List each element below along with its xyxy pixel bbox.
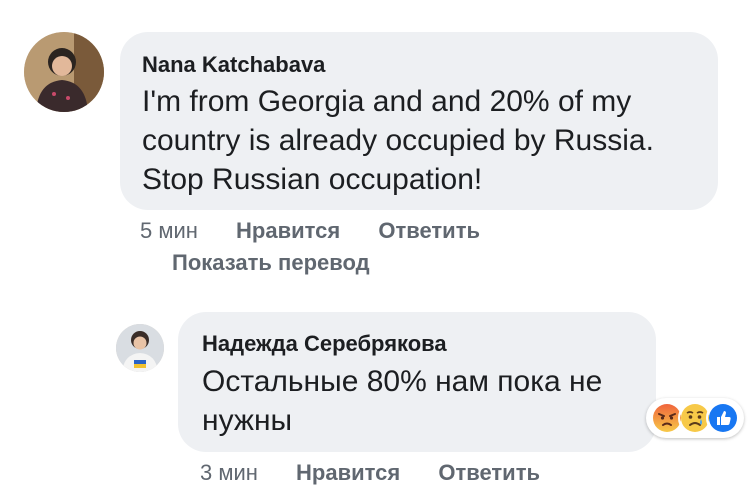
avatar[interactable] (24, 32, 104, 112)
reply-link[interactable]: Ответить (378, 218, 480, 243)
show-translation-link[interactable]: Показать перевод (172, 250, 370, 276)
like-link[interactable]: Нравится (236, 218, 340, 243)
comment-time[interactable]: 3 мин (200, 460, 258, 485)
like-link[interactable]: Нравится (296, 460, 400, 485)
reply-link[interactable]: Ответить (438, 460, 540, 485)
reactions-summary[interactable] (646, 398, 744, 438)
comment-text-line: нужны (202, 404, 293, 437)
comment-text: I'm from Georgia and and 20% of my count… (142, 82, 712, 199)
comment-author[interactable]: Надежда Серебрякова (202, 331, 447, 357)
avatar[interactable] (116, 324, 164, 372)
comment-meta: 5 мин Нравится Ответить (140, 218, 480, 244)
comment-meta: 3 мин Нравится Ответить (200, 460, 540, 486)
comment-text-line: Stop Russian occupation! (142, 163, 483, 196)
like-icon (706, 401, 740, 435)
comment-text: Остальные 80% нам пока не нужны (202, 362, 647, 440)
comment-text-line: I'm from Georgia and and 20% of my (142, 85, 632, 118)
comment-text-line: Остальные 80% нам пока не (202, 365, 603, 398)
comment-author[interactable]: Nana Katchabava (142, 52, 325, 78)
comment-time[interactable]: 5 мин (140, 218, 198, 243)
comment-text-line: country is already occupied by Russia. (142, 124, 654, 157)
